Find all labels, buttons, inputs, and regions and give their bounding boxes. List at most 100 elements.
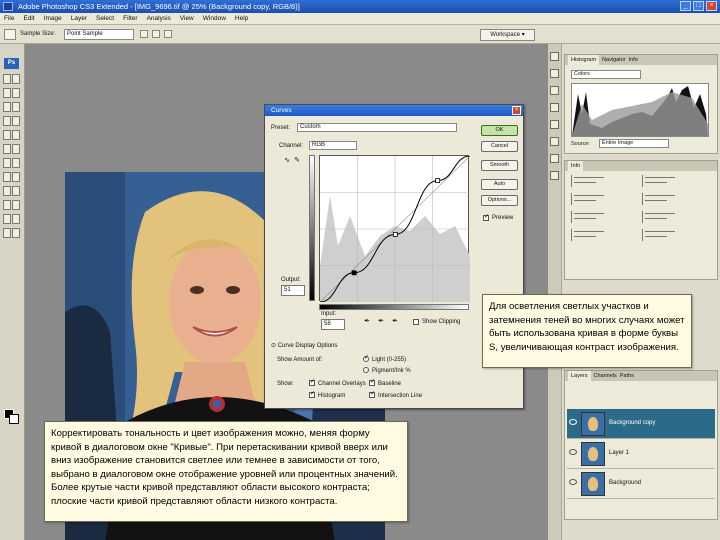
options-button[interactable]: Options... — [481, 195, 518, 206]
zoom-tool-icon[interactable] — [12, 228, 20, 238]
intersection-line-checkbox[interactable] — [369, 390, 375, 398]
preview-checkbox[interactable] — [483, 213, 489, 221]
tab-layers[interactable]: Layers — [568, 371, 591, 381]
window-titlebar: Adobe Photoshop CS3 Extended - [IMG_9696… — [0, 0, 720, 13]
menu-window[interactable]: Window — [203, 13, 226, 24]
source-select[interactable]: Entire Image — [599, 139, 669, 148]
curves-close-button[interactable]: × — [512, 106, 521, 115]
visibility-eye-icon[interactable] — [569, 479, 577, 485]
show-clipping-checkbox[interactable] — [413, 319, 419, 325]
stamp-tool-icon[interactable] — [3, 130, 11, 140]
type-tool-icon[interactable] — [12, 172, 20, 182]
notes-tool-icon[interactable] — [3, 214, 11, 224]
curve-control-point[interactable] — [435, 178, 441, 184]
menu-edit[interactable]: Edit — [23, 13, 34, 24]
path-selection-tool-icon[interactable] — [3, 186, 11, 196]
marquee-tool-icon[interactable] — [12, 74, 20, 84]
menu-filter[interactable]: Filter — [123, 13, 137, 24]
curve-point-tool-icon[interactable]: ∿ — [283, 157, 291, 165]
camera-tool-icon[interactable] — [12, 200, 20, 210]
menu-bar: File Edit Image Layer Select Filter Anal… — [0, 13, 720, 25]
pen-tool-icon[interactable] — [3, 172, 11, 182]
option-icon[interactable] — [152, 30, 160, 38]
gradient-tool-icon[interactable] — [12, 144, 20, 154]
output-input[interactable]: 51 — [281, 285, 305, 296]
eyedropper-tool-icon[interactable] — [4, 29, 16, 40]
slice-tool-icon[interactable] — [12, 102, 20, 112]
tab-channels[interactable]: Channels — [594, 371, 617, 381]
layer-row[interactable]: Layer 1 — [567, 439, 715, 469]
curves-graph[interactable] — [319, 155, 471, 303]
histogram-channel-select[interactable]: Colors — [571, 70, 641, 79]
ok-button[interactable]: OK — [481, 125, 518, 136]
option-icon[interactable] — [164, 30, 172, 38]
option-icon[interactable] — [140, 30, 148, 38]
tab-info[interactable]: Info — [629, 55, 638, 65]
menu-file[interactable]: File — [4, 13, 14, 24]
hand-tool-icon[interactable] — [3, 228, 11, 238]
smooth-button[interactable]: Smooth — [481, 160, 518, 171]
brush-tool-icon[interactable] — [12, 116, 20, 126]
close-button[interactable]: × — [706, 1, 717, 11]
lasso-tool-icon[interactable] — [3, 88, 11, 98]
curve-control-point[interactable] — [392, 232, 398, 237]
tab-paths[interactable]: Paths — [620, 371, 634, 381]
eyedropper-tool-icon[interactable] — [12, 214, 20, 224]
black-point-eyedropper-icon[interactable]: ✒ — [363, 318, 371, 326]
preset-select[interactable]: Custom — [297, 123, 457, 132]
panel-icon[interactable] — [550, 154, 559, 163]
menu-image[interactable]: Image — [44, 13, 62, 24]
eraser-tool-icon[interactable] — [3, 144, 11, 154]
tab-histogram[interactable]: Histogram — [568, 55, 600, 65]
panel-icon[interactable] — [550, 86, 559, 95]
gray-point-eyedropper-icon[interactable]: ✒ — [377, 318, 385, 326]
panel-icon[interactable] — [550, 171, 559, 180]
baseline-checkbox[interactable] — [369, 378, 375, 386]
sample-size-select[interactable]: Point Sample — [64, 29, 134, 40]
minimize-button[interactable]: _ — [680, 1, 691, 11]
curve-control-point[interactable] — [351, 270, 357, 276]
channel-overlays-checkbox[interactable] — [309, 378, 315, 386]
tab-info-panel[interactable]: Info — [568, 161, 584, 171]
menu-select[interactable]: Select — [96, 13, 114, 24]
menu-layer[interactable]: Layer — [71, 13, 87, 24]
menu-view[interactable]: View — [180, 13, 194, 24]
menu-help[interactable]: Help — [235, 13, 248, 24]
light-radio[interactable] — [363, 354, 369, 362]
pencil-tool-icon[interactable]: ✎ — [293, 157, 301, 165]
histogram-checkbox[interactable] — [309, 390, 315, 398]
panel-icon[interactable] — [550, 120, 559, 129]
workspace-button[interactable]: Workspace ▾ — [480, 29, 535, 41]
magic-wand-tool-icon[interactable] — [12, 88, 20, 98]
layer-row[interactable]: Background — [567, 469, 715, 499]
white-point-eyedropper-icon[interactable]: ✒ — [391, 318, 399, 326]
pigment-radio[interactable] — [363, 367, 369, 373]
maximize-button[interactable]: □ — [693, 1, 704, 11]
display-options-toggle[interactable]: ⊙ Curve Display Options — [271, 342, 337, 349]
panel-icon[interactable] — [550, 69, 559, 78]
3d-tool-icon[interactable] — [3, 200, 11, 210]
curves-dialog-title: Curves — [265, 105, 523, 116]
channel-select[interactable]: RGB — [309, 141, 357, 150]
panel-icon[interactable] — [550, 52, 559, 61]
visibility-eye-icon[interactable] — [569, 449, 577, 455]
visibility-eye-icon[interactable] — [569, 419, 577, 425]
auto-button[interactable]: Auto — [481, 179, 518, 190]
input-input[interactable]: 58 — [321, 319, 345, 330]
layer-row[interactable]: Background copy — [567, 409, 715, 439]
menu-analysis[interactable]: Analysis — [147, 13, 171, 24]
history-brush-tool-icon[interactable] — [12, 130, 20, 140]
panel-icon[interactable] — [550, 103, 559, 112]
options-bar: Sample Size: Point Sample Workspace ▾ — [0, 25, 720, 44]
cancel-button[interactable]: Cancel — [481, 141, 518, 152]
collapsed-panel-strip — [548, 44, 562, 540]
background-color-swatch[interactable] — [9, 414, 19, 424]
dodge-tool-icon[interactable] — [12, 158, 20, 168]
move-tool-icon[interactable] — [3, 74, 11, 84]
panel-icon[interactable] — [550, 137, 559, 146]
blur-tool-icon[interactable] — [3, 158, 11, 168]
shape-tool-icon[interactable] — [12, 186, 20, 196]
tab-navigator[interactable]: Navigator — [602, 55, 626, 65]
healing-tool-icon[interactable] — [3, 116, 11, 126]
crop-tool-icon[interactable] — [3, 102, 11, 112]
